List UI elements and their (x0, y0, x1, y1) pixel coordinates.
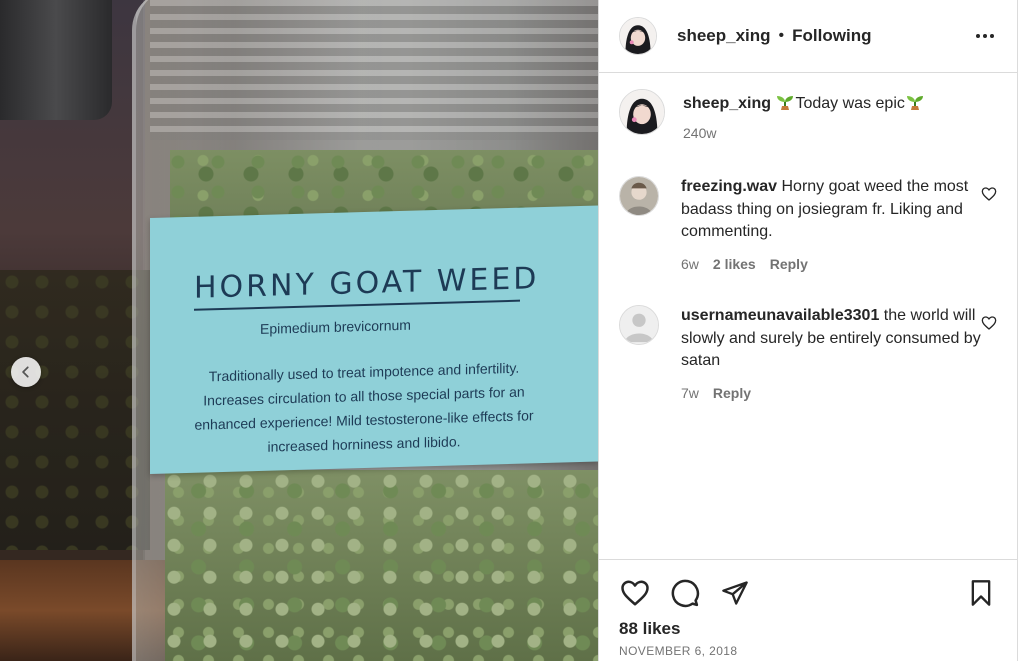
avatar[interactable] (619, 89, 665, 135)
avatar-sheep-xing-icon (620, 90, 664, 134)
avatar[interactable] (619, 176, 659, 216)
likes-count[interactable]: 88 likes (619, 619, 997, 639)
avatar-sheep-xing-icon (620, 18, 656, 54)
reply-button[interactable]: Reply (770, 253, 808, 276)
post-date[interactable]: NOVEMBER 6, 2018 (619, 644, 997, 658)
caption-text: Today was epic (795, 95, 905, 112)
post-header: sheep_xing • Following (599, 0, 1017, 73)
avatar[interactable] (619, 17, 657, 55)
caption-row: sheep_xing Today was epic 240w (619, 89, 997, 144)
label-title: HORNY GOAT WEED (194, 261, 540, 306)
header-separator: • (778, 27, 785, 44)
avatar[interactable] (619, 305, 659, 345)
comments-section[interactable]: sheep_xing Today was epic 240w freezing.… (599, 73, 1017, 559)
like-comment-heart-icon[interactable] (981, 186, 997, 202)
caption-username[interactable]: sheep_xing (683, 95, 771, 112)
comment-age[interactable]: 6w (681, 253, 699, 276)
default-avatar-icon (620, 306, 658, 344)
share-icon (722, 581, 748, 605)
bookmark-icon (971, 580, 991, 606)
like-button[interactable] (619, 577, 651, 609)
reply-button[interactable]: Reply (713, 382, 751, 405)
comment-row: usernameunavailable3301 the world will s… (619, 305, 997, 404)
comment-icon (671, 579, 700, 608)
heart-icon (621, 580, 649, 606)
background-jar-lid (0, 0, 112, 120)
save-button[interactable] (965, 577, 997, 609)
share-button[interactable] (719, 577, 751, 609)
label-description: Traditionally used to treat impotence an… (194, 359, 534, 455)
jar-label: HORNY GOAT WEED Epimedium brevicornum Tr… (150, 205, 598, 475)
header-username[interactable]: sheep_xing (677, 26, 771, 46)
like-comment-heart-icon[interactable] (981, 315, 997, 331)
caption-age[interactable]: 240w (683, 122, 716, 145)
comment-button[interactable] (669, 577, 701, 609)
following-button[interactable]: Following (792, 26, 871, 46)
sprout-icon (777, 96, 794, 110)
herbs-lower (165, 470, 598, 661)
background-herbs (0, 270, 150, 550)
post-side-panel: sheep_xing • Following sheep_xing Today … (598, 0, 1018, 661)
post-actions: 88 likes NOVEMBER 6, 2018 (599, 559, 1017, 658)
comment-age[interactable]: 7w (681, 382, 699, 405)
comment-row: freezing.wav Horny goat weed the most ba… (619, 176, 997, 275)
sprout-icon (906, 96, 923, 110)
jar-threads (150, 0, 598, 140)
action-bar (619, 576, 997, 610)
avatar-freezing-wav-icon (620, 177, 658, 215)
more-options-button[interactable] (973, 24, 997, 48)
post-photo[interactable]: HORNY GOAT WEED Epimedium brevicornum Tr… (0, 0, 598, 661)
chevron-left-icon (22, 366, 29, 378)
label-subtitle: Epimedium brevicornum (260, 316, 411, 337)
more-horizontal-icon (976, 34, 994, 38)
comment-likes[interactable]: 2 likes (713, 253, 756, 276)
comment-username[interactable]: usernameunavailable3301 (681, 307, 879, 324)
previous-photo-button[interactable] (11, 357, 41, 387)
comment-username[interactable]: freezing.wav (681, 178, 777, 195)
